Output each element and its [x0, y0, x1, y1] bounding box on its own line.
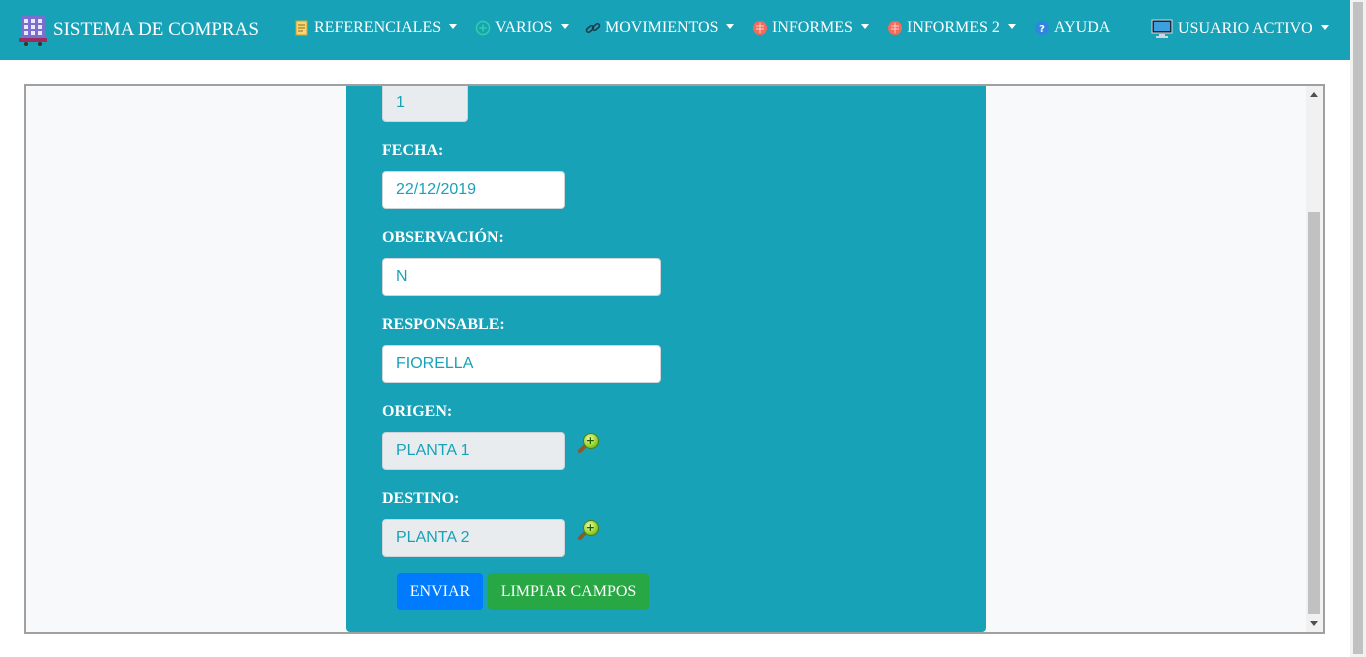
- menu-label: REFERENCIALES: [314, 19, 442, 36]
- id-field[interactable]: 1: [382, 86, 468, 122]
- frame-scrollbar-thumb[interactable]: [1308, 212, 1320, 614]
- menu-informes-2[interactable]: INFORMES 2: [887, 19, 1016, 37]
- form-panel: 1 FECHA: 22/12/2019 OBSERVACIÓN: N RESPO…: [346, 86, 986, 632]
- menu-referenciales[interactable]: REFERENCIALES: [294, 19, 458, 37]
- frame-scrollbar[interactable]: [1306, 86, 1323, 632]
- brand-title: SISTEMA DE COMPRAS: [53, 19, 259, 40]
- origen-label: ORIGEN:: [382, 403, 453, 420]
- menu-movimientos[interactable]: MOVIMIENTOS: [585, 19, 735, 37]
- caret-down-icon: [449, 23, 458, 29]
- responsable-label: RESPONSABLE:: [382, 316, 505, 333]
- menu-varios[interactable]: VARIOS: [475, 19, 569, 37]
- menu-label: AYUDA: [1054, 19, 1111, 36]
- page-scrollbar[interactable]: [1350, 0, 1366, 657]
- destino-search-icon[interactable]: +: [575, 520, 599, 544]
- menu-label: USUARIO ACTIVO: [1178, 20, 1313, 37]
- caret-down-icon: [1007, 23, 1016, 29]
- report-icon: [887, 20, 903, 36]
- origen-search-icon[interactable]: +: [575, 433, 599, 457]
- monitor-icon: [1151, 19, 1173, 39]
- observacion-label: OBSERVACIÓN:: [382, 229, 504, 246]
- observacion-input[interactable]: N: [382, 258, 661, 296]
- responsable-input[interactable]: FIORELLA: [382, 345, 661, 383]
- fecha-input[interactable]: 22/12/2019: [382, 171, 565, 209]
- destino-input[interactable]: PLANTA 2: [382, 519, 565, 557]
- menu-informes[interactable]: INFORMES: [752, 19, 869, 37]
- page-scrollbar-thumb[interactable]: [1353, 2, 1363, 654]
- top-navbar: SISTEMA DE COMPRAS REFERENCIALES VARIOS …: [0, 0, 1350, 60]
- content-frame: 1 FECHA: 22/12/2019 OBSERVACIÓN: N RESPO…: [24, 84, 1325, 634]
- brand[interactable]: SISTEMA DE COMPRAS: [18, 14, 259, 46]
- svg-text:?: ?: [1039, 24, 1045, 35]
- caret-down-icon: [560, 23, 569, 29]
- limpiar-campos-button[interactable]: LIMPIAR CAMPOS: [488, 573, 649, 610]
- scroll-up-arrow-icon[interactable]: [1310, 92, 1318, 97]
- menu-label: INFORMES 2: [907, 19, 1000, 36]
- link-icon: [585, 20, 601, 36]
- menu-label: MOVIMIENTOS: [605, 19, 719, 36]
- menu-label: INFORMES: [772, 19, 853, 36]
- cash-register-icon: [18, 14, 48, 46]
- destino-label: DESTINO:: [382, 490, 460, 507]
- scroll-down-arrow-icon[interactable]: [1310, 621, 1318, 626]
- caret-down-icon: [1320, 24, 1329, 30]
- report-icon: [752, 20, 768, 36]
- menu-ayuda[interactable]: ? AYUDA: [1034, 19, 1110, 37]
- caret-down-icon: [726, 23, 735, 29]
- help-icon: ?: [1034, 20, 1050, 36]
- fecha-label: FECHA:: [382, 142, 444, 159]
- menu-usuario-activo[interactable]: USUARIO ACTIVO: [1151, 19, 1329, 39]
- origen-input[interactable]: PLANTA 1: [382, 432, 565, 470]
- notepad-icon: [294, 20, 310, 36]
- menu-label: VARIOS: [495, 19, 553, 36]
- enviar-button[interactable]: ENVIAR: [397, 573, 483, 610]
- caret-down-icon: [860, 23, 869, 29]
- plus-circle-icon: [475, 20, 491, 36]
